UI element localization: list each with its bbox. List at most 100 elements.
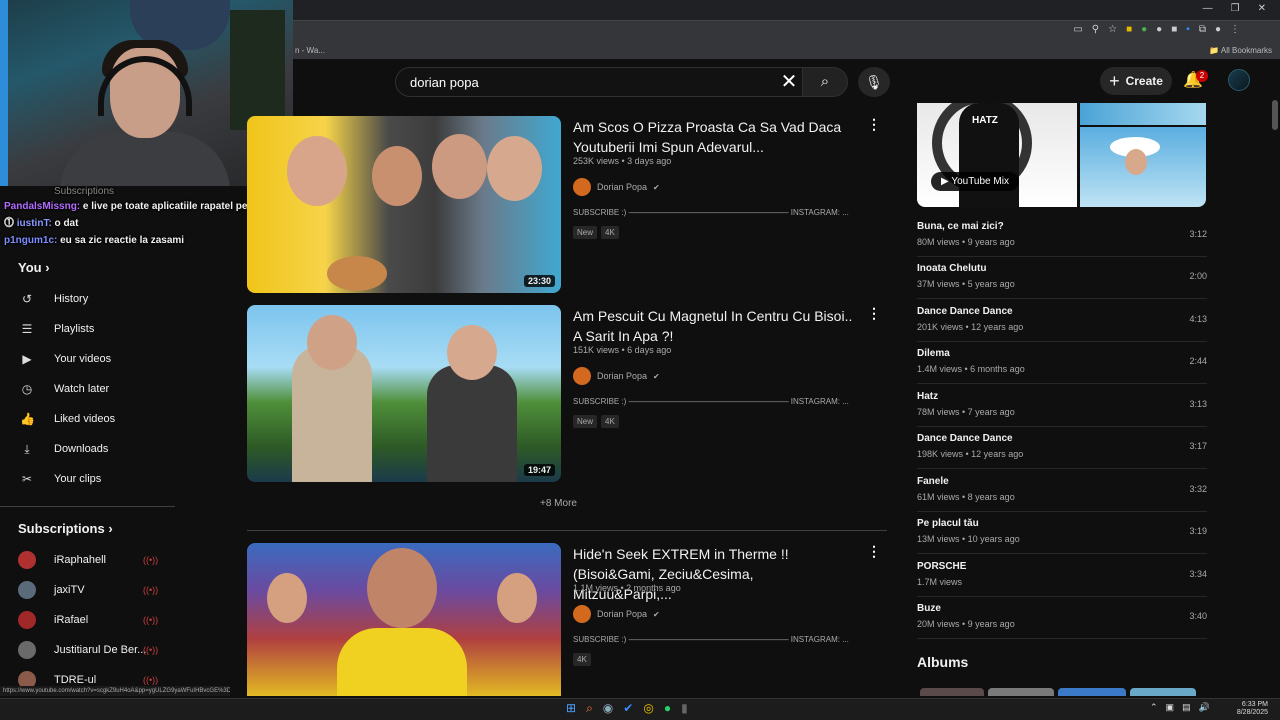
bookmarks-bar: n - Wa... 📁 All Bookmarks bbox=[293, 41, 1280, 59]
create-button[interactable]: + Create bbox=[1100, 67, 1172, 95]
tab-snippet[interactable]: n - Wa... bbox=[295, 46, 325, 55]
extension-icon[interactable]: ■ bbox=[1171, 24, 1177, 35]
whatsapp-icon[interactable]: ● bbox=[664, 701, 671, 716]
sidebar-item-playlists[interactable]: ☰ Playlists bbox=[0, 314, 180, 344]
app-tray-icon[interactable]: ▣ bbox=[1166, 702, 1175, 713]
album-thumbnail[interactable] bbox=[920, 688, 984, 696]
playlist-item[interactable]: Buze 20M views • 9 years ago 3:40 bbox=[917, 597, 1207, 639]
all-bookmarks[interactable]: 📁 All Bookmarks bbox=[1209, 46, 1272, 55]
album-thumbnail[interactable] bbox=[1058, 688, 1126, 696]
taskbar-apps: ⊞ ⌕ ◉ ✔ ◎ ● ▮ bbox=[566, 701, 688, 716]
video-channel[interactable]: Dorian Popa ✔ bbox=[573, 605, 660, 623]
search-input[interactable]: dorian popa bbox=[395, 67, 805, 97]
playlist-item[interactable]: Buna, ce mai zici? 80M views • 9 years ag… bbox=[917, 215, 1207, 257]
page-scrollbar[interactable] bbox=[1272, 100, 1278, 695]
subscription-item[interactable]: iRaphahell ((•)) bbox=[0, 545, 180, 575]
extension-icon[interactable]: ▪ bbox=[1186, 24, 1190, 35]
subscription-item[interactable]: jaxiTV ((•)) bbox=[0, 575, 180, 605]
cast-icon[interactable]: ▭ bbox=[1073, 24, 1082, 35]
extensions-puzzle-icon[interactable]: ⧉ bbox=[1199, 24, 1206, 35]
extension-icon[interactable]: ● bbox=[1141, 24, 1147, 35]
youtube-mix-label[interactable]: ▶ YouTube Mix bbox=[931, 172, 1019, 191]
status-bar-url: https://www.youtube.com/watch?v=scgkZ9uH… bbox=[0, 686, 230, 696]
video-channel[interactable]: Dorian Popa ✔ bbox=[573, 178, 660, 196]
playlist-item[interactable]: Dance Dance Dance 201K views • 12 years a… bbox=[917, 300, 1207, 342]
network-icon[interactable]: ▤ bbox=[1182, 702, 1191, 713]
search-button[interactable]: ⌕ bbox=[802, 67, 848, 97]
video-title[interactable]: Am Scos O Pizza Proasta Ca Sa Vad Daca Y… bbox=[573, 117, 853, 157]
youtube-mix-card[interactable]: HATZ bbox=[917, 103, 1207, 207]
sidebar-item-your-clips[interactable]: ✂ Your clips bbox=[0, 464, 180, 494]
video-title[interactable]: Am Pescuit Cu Magnetul In Centru Cu Biso… bbox=[573, 306, 853, 346]
video-channel[interactable]: Dorian Popa ✔ bbox=[573, 367, 660, 385]
more-options-icon[interactable]: ⋮ bbox=[867, 116, 881, 133]
scissors-icon: ✂ bbox=[21, 472, 33, 486]
playlist-item[interactable]: Inoata Chelutu 37M views • 5 years ago 2:0… bbox=[917, 257, 1207, 299]
system-tray-icons: ⌃ ▣ ▤ 🔊 bbox=[1150, 702, 1210, 713]
zoom-icon[interactable]: ⚲ bbox=[1092, 24, 1099, 35]
video-result[interactable]: 23:30 Am Scos O Pizza Proasta Ca Sa Vad … bbox=[247, 116, 887, 296]
verified-icon: ✔ bbox=[653, 609, 660, 619]
playlist-item[interactable]: Dance Dance Dance 198K views • 12 years a… bbox=[917, 427, 1207, 469]
close-icon[interactable]: ✕ bbox=[1258, 3, 1266, 14]
extension-icon[interactable]: ■ bbox=[1126, 24, 1132, 35]
video-thumbnail[interactable]: 23:30 bbox=[247, 116, 561, 293]
window-controls: — ❐ ✕ bbox=[1189, 0, 1280, 17]
app-icon[interactable]: ▮ bbox=[681, 701, 688, 716]
minimize-icon[interactable]: — bbox=[1203, 3, 1213, 14]
steam-icon[interactable]: ◉ bbox=[603, 701, 613, 716]
video-description: SUBSCRIBE :) ———————————————————— INSTAG… bbox=[573, 397, 849, 406]
account-avatar[interactable] bbox=[1228, 69, 1250, 91]
notification-badge: 2 bbox=[1196, 70, 1208, 82]
thumbs-up-icon: 👍 bbox=[20, 412, 35, 426]
watch-later-icon: ◷ bbox=[21, 382, 33, 396]
subscription-item[interactable]: iRafael ((•)) bbox=[0, 605, 180, 635]
chrome-icon[interactable]: ◎ bbox=[643, 701, 653, 716]
more-options-icon[interactable]: ⋮ bbox=[867, 543, 881, 560]
subscription-item[interactable]: Justitiarul De Ber... ((•)) bbox=[0, 635, 180, 665]
browser-menu-icon[interactable]: ⋮ bbox=[1230, 24, 1240, 35]
bookmark-star-icon[interactable]: ☆ bbox=[1108, 24, 1117, 35]
playlist-item[interactable]: Pe placul tău 13M views • 10 years ago 3:1… bbox=[917, 512, 1207, 554]
extension-icon[interactable]: ● bbox=[1156, 24, 1162, 35]
todo-icon[interactable]: ✔ bbox=[623, 701, 633, 716]
channel-avatar bbox=[573, 178, 591, 196]
playlist-item[interactable]: Hatz 78M views • 7 years ago 3:13 bbox=[917, 385, 1207, 427]
sidebar-you-heading[interactable]: You › bbox=[0, 258, 180, 278]
volume-icon[interactable]: 🔊 bbox=[1199, 702, 1210, 713]
album-thumbnail[interactable] bbox=[988, 688, 1054, 696]
taskbar-clock[interactable]: 6:33 PM 8/28/2025 bbox=[1237, 701, 1268, 717]
clear-search-icon[interactable]: ✕ bbox=[776, 69, 802, 95]
sidebar-item-downloads[interactable]: ⤓ Downloads bbox=[0, 434, 180, 464]
windows-start-icon[interactable]: ⊞ bbox=[566, 701, 576, 716]
more-options-icon[interactable]: ⋮ bbox=[867, 305, 881, 322]
video-tags: New 4K bbox=[573, 226, 619, 239]
sidebar-divider bbox=[0, 506, 175, 507]
tag-badge: New bbox=[573, 226, 598, 239]
mix-thumbnail: HATZ bbox=[917, 103, 1077, 207]
video-thumbnail[interactable] bbox=[247, 543, 561, 696]
chevron-up-icon[interactable]: ⌃ bbox=[1150, 702, 1158, 713]
show-more-button[interactable]: +8 More bbox=[540, 498, 577, 509]
sidebar-item-history[interactable]: ↺ History bbox=[0, 284, 180, 314]
live-icon: ((•)) bbox=[143, 675, 159, 685]
channel-avatar bbox=[18, 581, 36, 599]
sidebar-item-liked-videos[interactable]: 👍 Liked videos bbox=[0, 404, 180, 434]
search-app-icon[interactable]: ⌕ bbox=[586, 701, 593, 716]
playlist-item[interactable]: PORSCHE 1.7M views 3:34 bbox=[917, 555, 1207, 597]
video-result[interactable]: Hide'n Seek EXTREM in Therme !! (Bisoi&G… bbox=[247, 543, 887, 696]
album-thumbnail[interactable] bbox=[1130, 688, 1196, 696]
voice-search-button[interactable]: 🎙 bbox=[858, 67, 890, 97]
sidebar-subscriptions-heading[interactable]: Subscriptions › bbox=[0, 519, 180, 539]
video-result[interactable]: 19:47 Am Pescuit Cu Magnetul In Centru C… bbox=[247, 305, 887, 485]
video-title[interactable]: Hide'n Seek EXTREM in Therme !! (Bisoi&G… bbox=[573, 544, 853, 604]
restore-icon[interactable]: ❐ bbox=[1231, 3, 1240, 14]
video-thumbnail[interactable]: 19:47 bbox=[247, 305, 561, 482]
sidebar-item-watch-later[interactable]: ◷ Watch later bbox=[0, 374, 180, 404]
playlist-item[interactable]: Dilema 1.4M views • 6 months ago 2:44 bbox=[917, 342, 1207, 384]
sidebar-item-your-videos[interactable]: ▶ Your videos bbox=[0, 344, 180, 374]
mix-thumbnail bbox=[1080, 103, 1206, 125]
profile-icon[interactable]: ● bbox=[1215, 24, 1221, 35]
playlist-item[interactable]: Fanele 61M views • 8 years ago 3:32 bbox=[917, 470, 1207, 512]
chevron-right-icon: › bbox=[108, 521, 113, 536]
